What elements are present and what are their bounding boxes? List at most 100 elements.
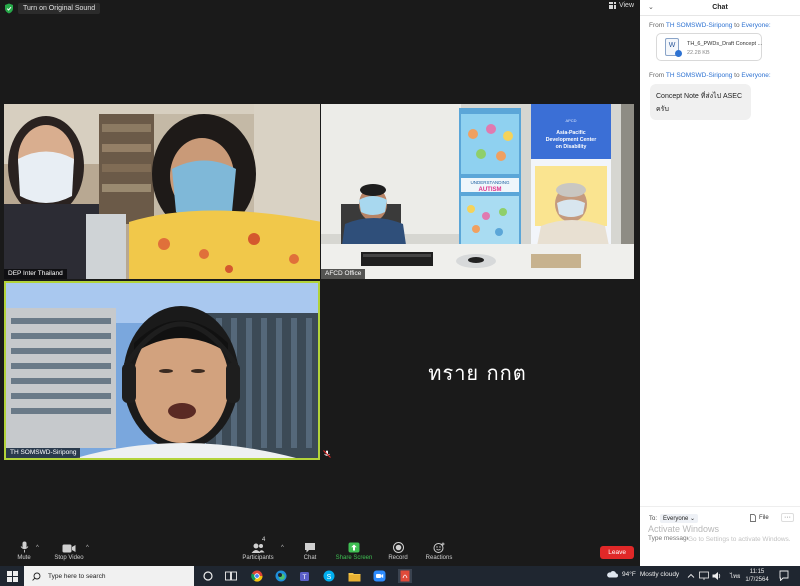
participant-display-name: ทราย กกต bbox=[428, 361, 527, 385]
skype-icon[interactable]: S bbox=[322, 569, 336, 583]
taskbar-search-box[interactable]: Type here to search bbox=[24, 566, 194, 586]
sender-name[interactable]: TH SOMSWD-Siripong bbox=[666, 72, 732, 79]
original-sound-button[interactable]: Turn on Original Sound bbox=[18, 2, 101, 14]
share-screen-icon bbox=[348, 542, 360, 553]
reactions-button[interactable]: Reactions bbox=[415, 540, 463, 562]
chat-message-header: From TH SOMSWD-Siripong to Everyone: bbox=[640, 72, 771, 80]
search-icon bbox=[32, 572, 41, 581]
to-label: To: bbox=[649, 516, 658, 522]
download-badge-icon bbox=[675, 50, 682, 57]
video-tile-video-off[interactable]: ทราย กกต bbox=[321, 281, 634, 460]
more-options-icon[interactable]: ··· bbox=[781, 513, 794, 522]
chat-message-bubble: Concept Note ที่ส่งไป ASEC ครับ bbox=[650, 84, 751, 120]
participant-name-label: TH SOMSWD-Siripong bbox=[6, 448, 81, 458]
chat-button[interactable]: Chat bbox=[286, 540, 334, 562]
participants-label: Participants bbox=[242, 555, 274, 561]
chat-title: Chat bbox=[712, 4, 728, 11]
video-tile-siripong[interactable]: TH SOMSWD-Siripong bbox=[4, 281, 320, 460]
video-tile-dep[interactable]: DEP Inter Thailand bbox=[4, 104, 320, 279]
notification-icon[interactable] bbox=[779, 570, 789, 581]
windows-start-icon[interactable] bbox=[7, 571, 18, 582]
file-attachment-card[interactable]: W TH_6_PWDs_Draft Concept ... 22.28 KB bbox=[656, 33, 762, 61]
temperature: 94°F bbox=[622, 570, 636, 578]
mute-label: Mute bbox=[17, 555, 31, 561]
teams-icon[interactable]: T bbox=[298, 569, 312, 583]
video-feed-siripong bbox=[6, 283, 318, 458]
chat-label: Chat bbox=[303, 555, 317, 561]
pdf-reader-icon[interactable] bbox=[398, 569, 412, 583]
zoom-window: Turn on Original Sound View DEP Inter Th… bbox=[0, 0, 800, 586]
recipient-select[interactable]: Everyone ⌄ bbox=[660, 514, 699, 523]
video-tile-afcd[interactable]: UNDERSTANDING AUTISM APCD Asia-Pacific D… bbox=[321, 104, 634, 279]
file-explorer-icon[interactable] bbox=[347, 569, 361, 583]
video-options-caret[interactable]: ^ bbox=[86, 545, 89, 551]
poster-right-title-line1: Asia-Pacific bbox=[556, 130, 586, 136]
original-sound-bar: Turn on Original Sound bbox=[4, 2, 101, 14]
weather-widget[interactable]: 94°F Mostly cloudy bbox=[606, 570, 679, 578]
stop-video-button[interactable]: Stop Video bbox=[45, 540, 93, 562]
chevron-up-icon[interactable] bbox=[687, 572, 695, 580]
message-text-line: Concept Note ที่ส่งไป ASEC bbox=[656, 93, 743, 100]
chat-message-input[interactable] bbox=[648, 535, 688, 542]
chat-message-header: From TH SOMSWD-Siripong to Everyone: bbox=[640, 22, 771, 30]
edge-icon[interactable] bbox=[274, 569, 288, 583]
reactions-label: Reactions bbox=[425, 555, 453, 561]
participants-icon bbox=[251, 543, 265, 553]
share-screen-label: Share Screen bbox=[335, 555, 373, 561]
activate-windows-watermark-subtitle: Go to Settings to activate Windows. bbox=[688, 536, 791, 543]
video-feed-afcd: UNDERSTANDING AUTISM APCD Asia-Pacific D… bbox=[321, 104, 634, 279]
poster-left-title-line2: AUTISM bbox=[479, 187, 502, 193]
poster-right-title-line3: on Disability bbox=[556, 144, 587, 150]
meeting-area: Turn on Original Sound View DEP Inter Th… bbox=[0, 0, 640, 566]
network-icon[interactable] bbox=[699, 571, 709, 581]
to-word: to bbox=[734, 72, 740, 79]
video-camera-icon bbox=[62, 544, 76, 553]
video-feed-dep bbox=[4, 104, 320, 279]
chat-composer: To: Everyone ⌄ File ··· Activate Windows… bbox=[640, 506, 800, 566]
poster-right-title-line2: Development Center bbox=[546, 137, 596, 143]
recipient-select-value: Everyone bbox=[663, 516, 689, 522]
zoom-icon[interactable] bbox=[372, 569, 386, 583]
participants-options-caret[interactable]: ^ bbox=[281, 545, 284, 551]
record-icon bbox=[392, 542, 404, 553]
search-placeholder: Type here to search bbox=[48, 572, 106, 580]
mic-muted-icon bbox=[323, 450, 331, 458]
file-size: 22.28 KB bbox=[687, 50, 710, 56]
svg-text:S: S bbox=[327, 574, 332, 581]
chat-icon bbox=[305, 543, 315, 553]
file-button-label: File bbox=[759, 515, 769, 521]
volume-icon[interactable] bbox=[712, 571, 722, 581]
mute-button[interactable]: Mute bbox=[0, 540, 48, 562]
shield-icon bbox=[5, 3, 13, 13]
message-text-line: ครับ bbox=[656, 106, 669, 113]
share-screen-button[interactable]: Share Screen bbox=[330, 540, 378, 562]
clock-time: 11:15 bbox=[749, 569, 765, 575]
recipient-name[interactable]: Everyone: bbox=[741, 72, 770, 79]
taskbar-clock[interactable]: 11:15 1/7/2564 bbox=[744, 568, 770, 584]
participants-button[interactable]: 4 Participants bbox=[234, 537, 282, 562]
from-prefix: From bbox=[649, 72, 665, 79]
leave-button[interactable]: Leave bbox=[600, 546, 634, 559]
file-button[interactable]: File bbox=[750, 514, 769, 522]
participant-name-label: DEP Inter Thailand bbox=[4, 269, 67, 279]
windows-taskbar: Type here to search T S 94°F Mostly clou… bbox=[0, 566, 800, 586]
participant-name-label: AFCD Office bbox=[321, 269, 366, 279]
chat-header: ⌄ Chat bbox=[640, 0, 800, 16]
view-button[interactable]: View bbox=[608, 2, 634, 9]
reactions-icon bbox=[433, 542, 445, 553]
input-language-indicator[interactable]: ไทย bbox=[730, 571, 741, 581]
weather-condition: Mostly cloudy bbox=[639, 570, 680, 578]
sender-name[interactable]: TH SOMSWD-Siripong bbox=[666, 22, 732, 29]
participants-count: 4 bbox=[262, 537, 266, 543]
to-word: to bbox=[734, 22, 740, 29]
cortana-icon[interactable] bbox=[201, 569, 215, 583]
grid-icon bbox=[608, 2, 616, 9]
chrome-icon[interactable] bbox=[250, 569, 264, 583]
meeting-toolbar: Mute ^ Stop Video ^ 4 Participants ^ Cha… bbox=[0, 537, 640, 566]
view-label: View bbox=[618, 2, 634, 9]
mute-options-caret[interactable]: ^ bbox=[36, 545, 39, 551]
poster-right-logo: APCD bbox=[565, 118, 576, 123]
chat-panel: ⌄ Chat From TH SOMSWD-Siripong to Everyo… bbox=[640, 0, 800, 566]
task-view-icon[interactable] bbox=[224, 569, 238, 583]
recipient-name[interactable]: Everyone: bbox=[741, 22, 770, 29]
